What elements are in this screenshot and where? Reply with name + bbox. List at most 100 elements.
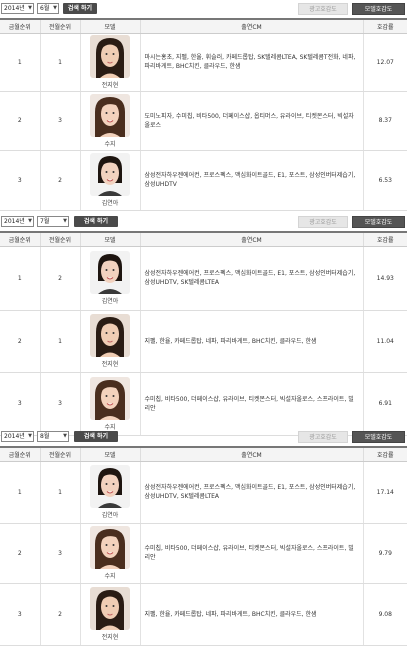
previous-rank: 3 (39, 523, 80, 584)
favorability-rate: 17.14 (362, 461, 407, 524)
model-cell: 김연아 (79, 150, 140, 211)
filter-toolbar: 2014년 ▼ 8월 ▼ 검색 하기 광고호감도 모델호감도 (0, 428, 407, 446)
header-cm: 출연CM (139, 231, 363, 247)
header-current-rank: 금월순위 (0, 446, 40, 462)
table-row: 3 2 김연아 삼성전자하우젠에어컨, 프로스펙스, 맥심화이트골드, E1, … (0, 150, 407, 211)
search-button[interactable]: 검색 하기 (74, 431, 118, 442)
cm-list: 도미노피자, 수미칩, 비타500, 더페이스샵, 옵티머스, 유라이브, 티켓… (139, 91, 363, 151)
year-select-value: 2014년 (4, 433, 25, 440)
table-row: 1 1 김연아 삼성전자하우젠에어컨, 프로스펙스, 맥심화이트골드, E1, … (0, 461, 407, 524)
dropdown-arrow-icon: ▼ (28, 5, 32, 11)
year-select-value: 2014년 (4, 218, 25, 225)
model-portrait (90, 587, 130, 630)
tab-model-favorability[interactable]: 모델호감도 (352, 216, 405, 228)
model-portrait (90, 376, 130, 420)
section-july: 2014년 ▼ 7월 ▼ 검색 하기 광고호감도 모델호감도 금월순위 전월순위 모… (0, 213, 407, 436)
table-header-row: 금월순위 전월순위 모델 출연CM 호감률 (0, 231, 407, 247)
model-cell: 김연아 (79, 461, 140, 524)
model-name: 전지현 (101, 82, 119, 89)
header-model: 모델 (79, 231, 140, 247)
table-row: 3 3 수지 수미칩, 비타500, 더페이스샵, 유라이브, 티켓몬스터, 빅… (0, 372, 407, 436)
favorability-rate: 8.37 (362, 91, 407, 151)
month-select-value: 7월 (40, 218, 50, 225)
search-button[interactable]: 검색 하기 (74, 216, 118, 227)
cm-list: 삼성전자하우젠에어컨, 프로스펙스, 맥심화이트골드, E1, 포스트, 삼성인… (139, 461, 363, 524)
previous-rank: 2 (39, 150, 80, 211)
cm-list: 삼성전자하우젠에어컨, 프로스펙스, 맥심화이트골드, E1, 포스트, 삼성인… (139, 150, 363, 211)
cm-list: 마시는홍초, 지펠, 한율, 휘슬러, 카페드롭탑, SK텔레콤LTEA, SK… (139, 33, 363, 92)
favorability-rate: 9.08 (362, 583, 407, 646)
month-select[interactable]: 7월 ▼ (37, 216, 69, 227)
month-select-value: 8월 (40, 433, 50, 440)
model-portrait (90, 314, 130, 357)
header-previous-rank: 전월순위 (39, 446, 80, 462)
previous-rank: 2 (39, 583, 80, 646)
current-rank: 1 (0, 246, 40, 311)
table-row: 2 3 수지 도미노피자, 수미칩, 비타500, 더페이스샵, 옵티머스, 유… (0, 91, 407, 151)
model-cell: 수지 (79, 91, 140, 151)
tab-ad-favorability[interactable]: 광고호감도 (298, 216, 348, 228)
header-model: 모델 (79, 446, 140, 462)
year-select[interactable]: 2014년 ▼ (1, 431, 34, 442)
tab-model-favorability[interactable]: 모델호감도 (352, 3, 405, 15)
ranking-table: 금월순위 전월순위 모델 출연CM 호감률 1 1 전지현 마시는홍초, 지펠,… (0, 18, 407, 211)
model-portrait (90, 526, 130, 569)
table-row: 1 2 김연아 삼성전자하우젠에어컨, 프로스펙스, 맥심화이트골드, E1, … (0, 246, 407, 311)
table-header-row: 금월순위 전월순위 모델 출연CM 호감률 (0, 446, 407, 462)
current-rank: 3 (0, 583, 40, 646)
model-cell: 수지 (79, 372, 140, 436)
model-name: 김연아 (101, 512, 119, 519)
previous-rank: 3 (39, 372, 80, 436)
model-name: 김연아 (101, 298, 119, 305)
favorability-rate: 12.07 (362, 33, 407, 92)
previous-rank: 1 (39, 461, 80, 524)
current-rank: 2 (0, 91, 40, 151)
month-select-value: 6월 (40, 5, 50, 12)
current-rank: 2 (0, 523, 40, 584)
ranking-table: 금월순위 전월순위 모델 출연CM 호감률 1 2 김연아 삼성전자하우젠에어컨… (0, 231, 407, 436)
header-current-rank: 금월순위 (0, 231, 40, 247)
current-rank: 2 (0, 310, 40, 373)
year-select[interactable]: 2014년 ▼ (1, 216, 34, 227)
header-cm: 출연CM (139, 18, 363, 34)
model-portrait (90, 251, 130, 294)
previous-rank: 2 (39, 246, 80, 311)
tab-model-favorability[interactable]: 모델호감도 (352, 431, 405, 443)
table-row: 2 3 수지 수미칩, 비타500, 더페이스샵, 유라이브, 티켓몬스터, 빅… (0, 523, 407, 584)
cm-list: 수미칩, 비타500, 더페이스샵, 유라이브, 티켓몬스터, 빅설자올로스, … (139, 372, 363, 436)
header-rate: 호감률 (362, 231, 407, 247)
model-name: 수지 (104, 573, 116, 580)
model-cell: 전지현 (79, 310, 140, 373)
year-select[interactable]: 2014년 ▼ (1, 3, 34, 14)
header-rate: 호감률 (362, 18, 407, 34)
model-portrait (90, 153, 130, 196)
current-rank: 1 (0, 33, 40, 92)
header-previous-rank: 전월순위 (39, 231, 80, 247)
search-button[interactable]: 검색 하기 (63, 3, 97, 14)
model-cell: 전지현 (79, 33, 140, 92)
favorability-rate: 9.79 (362, 523, 407, 584)
tab-ad-favorability[interactable]: 광고호감도 (298, 431, 348, 443)
dropdown-arrow-icon: ▼ (28, 433, 32, 439)
dropdown-arrow-icon: ▼ (53, 5, 57, 11)
current-rank: 1 (0, 461, 40, 524)
table-row: 1 1 전지현 마시는홍초, 지펠, 한율, 휘슬러, 카페드롭탑, SK텔레콤… (0, 33, 407, 92)
current-rank: 3 (0, 372, 40, 436)
model-portrait (90, 465, 130, 508)
month-select[interactable]: 6월 ▼ (37, 3, 59, 14)
filter-toolbar: 2014년 ▼ 7월 ▼ 검색 하기 광고호감도 모델호감도 (0, 213, 407, 231)
month-select[interactable]: 8월 ▼ (37, 431, 69, 442)
model-name: 김연아 (101, 200, 119, 207)
model-cell: 수지 (79, 523, 140, 584)
header-model: 모델 (79, 18, 140, 34)
section-june: 2014년 ▼ 6월 ▼ 검색 하기 광고호감도 모델호감도 금월순위 전월순위 모… (0, 0, 407, 211)
filter-toolbar: 2014년 ▼ 6월 ▼ 검색 하기 광고호감도 모델호감도 (0, 0, 407, 18)
tab-ad-favorability[interactable]: 광고호감도 (298, 3, 348, 15)
dropdown-arrow-icon: ▼ (63, 218, 67, 224)
model-portrait (90, 93, 130, 137)
current-rank: 3 (0, 150, 40, 211)
previous-rank: 1 (39, 33, 80, 92)
previous-rank: 1 (39, 310, 80, 373)
model-name: 수지 (104, 140, 116, 148)
cm-list: 지펠, 한율, 카페드롭탑, 네파, 파리바게트, BHC치킨, 클라우드, 한… (139, 310, 363, 373)
